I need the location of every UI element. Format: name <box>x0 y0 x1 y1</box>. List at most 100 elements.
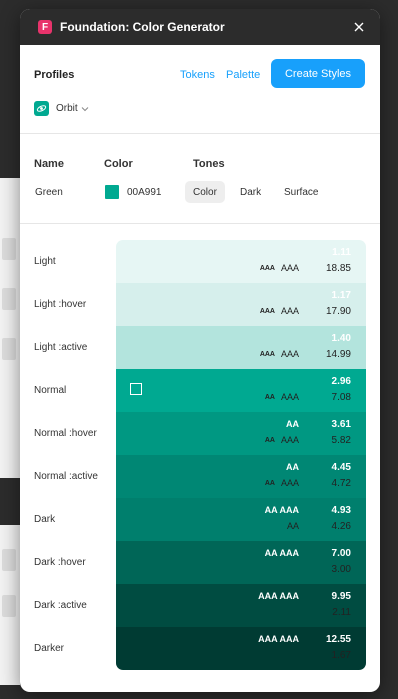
contrast-on-dark: AA AAA 5.82 <box>265 433 366 447</box>
contrast-ratio-white: 2.96 <box>331 375 351 387</box>
wcag-badge-white: AA AAA <box>264 505 299 515</box>
wcag-badge-dark: AAA <box>259 350 275 358</box>
tone-swatch[interactable]: AA 3.61 AA AAA 5.82 <box>116 412 366 455</box>
contrast-ratio-dark: 14.99 <box>325 348 351 360</box>
contrast-ratio-white: 7.00 <box>331 547 351 559</box>
tokens-link[interactable]: Tokens <box>180 69 215 81</box>
plugin-logo: F <box>38 20 52 34</box>
contrast-ratio-white: 4.93 <box>331 504 351 516</box>
wcag-badge-dark: AA <box>264 393 275 401</box>
tone-label: Darker <box>34 643 65 654</box>
contrast-ratio-dark: 17.90 <box>325 305 351 317</box>
canvas-thumbnail <box>2 549 16 571</box>
color-column-label: Color <box>104 158 133 170</box>
contrast-ratio-dark: 7.08 <box>331 391 351 403</box>
contrast-on-dark: AA AAA 7.08 <box>265 390 366 404</box>
tone-swatch[interactable]: 1.11 AAA AAA 18.85 <box>116 240 366 283</box>
hex-value[interactable]: 00A991 <box>127 187 161 198</box>
contrast-ratio-white: 4.45 <box>331 461 351 473</box>
tone-swatch[interactable]: 2.96 AA AAA 7.08 <box>116 369 366 412</box>
wcag-badge-dark: AAA <box>259 307 275 315</box>
tone-label: Dark :hover <box>34 557 86 568</box>
tones-column-label: Tones <box>193 158 225 170</box>
create-styles-button[interactable]: Create Styles <box>271 59 365 88</box>
title-bar: F Foundation: Color Generator <box>20 9 380 45</box>
tab-surface[interactable]: Surface <box>276 181 326 203</box>
wcag-badge-white: AA AAA <box>264 548 299 558</box>
contrast-ratio-dark: 18.85 <box>325 262 351 274</box>
profiles-heading: Profiles <box>34 69 75 81</box>
contrast-ratio-dark: 4.72 <box>331 477 351 489</box>
window-title: Foundation: Color Generator <box>60 20 225 34</box>
tone-swatch[interactable]: 1.40 AAA AAA 14.99 <box>116 326 366 369</box>
contrast-ratio-dark: 2.11 <box>332 606 351 618</box>
base-tone-checkbox[interactable] <box>130 383 142 395</box>
tone-label: Light :hover <box>34 299 87 310</box>
contrast-on-white: 1.40 <box>299 331 366 345</box>
color-name-value[interactable]: Green <box>35 187 63 198</box>
contrast-on-white: AA 3.61 <box>286 417 366 431</box>
canvas-thumbnail <box>2 288 16 310</box>
contrast-on-dark: AAA AAA 17.90 <box>260 304 366 318</box>
tone-swatch-column: 1.11 AAA AAA 18.85 1.17 AAA AAA 17.90 1.40 AAA AAA… <box>116 240 366 670</box>
contrast-on-dark: AA 4.26 <box>281 519 366 533</box>
tab-dark[interactable]: Dark <box>232 181 269 203</box>
tone-swatch[interactable]: AAA AAA 12.55 1.67 <box>116 627 366 670</box>
profile-dropdown[interactable]: Orbit <box>34 101 89 116</box>
tone-swatch[interactable]: AA AAA 4.93 AA 4.26 <box>116 498 366 541</box>
close-button[interactable] <box>350 18 368 36</box>
contrast-ratio-white: 1.40 <box>331 332 351 344</box>
canvas-frame-preview <box>0 178 20 478</box>
tone-swatch[interactable]: 1.17 AAA AAA 17.90 <box>116 283 366 326</box>
orbit-profile-icon <box>34 101 49 116</box>
tone-label: Light <box>34 256 56 267</box>
tone-label: Normal :active <box>34 471 98 482</box>
wcag-badge-dark: AAA <box>280 263 299 273</box>
tone-label: Normal :hover <box>34 428 97 439</box>
tone-label: Light :active <box>34 342 88 353</box>
chevron-down-icon <box>81 106 89 111</box>
contrast-ratio-dark: 1.67 <box>331 649 351 661</box>
canvas-frame-preview <box>0 525 20 685</box>
tone-label: Dark :active <box>34 600 87 611</box>
wcag-badge-dark: AA <box>286 521 299 531</box>
contrast-on-white: AA 4.45 <box>286 460 366 474</box>
wcag-badge-dark: AA <box>264 479 275 487</box>
color-swatch[interactable] <box>105 185 119 199</box>
canvas-thumbnail <box>2 238 16 260</box>
plugin-window: F Foundation: Color Generator Profiles T… <box>20 9 380 692</box>
contrast-on-white: 1.17 <box>299 288 366 302</box>
contrast-ratio-white: 1.17 <box>331 289 351 301</box>
tone-swatch[interactable]: AA AAA 7.00 3.00 <box>116 541 366 584</box>
wcag-badge-dark: AAA <box>280 306 299 316</box>
contrast-on-white: 2.96 <box>299 374 366 388</box>
tab-color[interactable]: Color <box>185 181 225 203</box>
wcag-badge-dark: AA <box>264 436 275 444</box>
wcag-badge-white: AA <box>286 462 299 472</box>
contrast-ratio-white: 1.11 <box>332 246 351 258</box>
profile-name: Orbit <box>56 103 78 114</box>
profiles-section: Profiles Tokens Palette Create Styles Or… <box>20 45 380 134</box>
wcag-badge-dark: AAA <box>280 478 299 488</box>
wcag-badge-white: AAA AAA <box>258 591 299 601</box>
close-icon <box>354 22 364 32</box>
contrast-on-white: AAA AAA 9.95 <box>258 589 366 603</box>
wcag-badge-dark: AAA <box>259 264 275 272</box>
tone-label: Normal <box>34 385 67 396</box>
contrast-on-dark: 1.67 <box>293 648 366 662</box>
contrast-on-white: AAA AAA 12.55 <box>258 632 366 646</box>
contrast-on-white: 1.11 <box>299 245 366 259</box>
contrast-on-white: AA AAA 7.00 <box>265 546 366 560</box>
contrast-on-dark: AAA AAA 18.85 <box>260 261 366 275</box>
contrast-on-dark: AAA AAA 14.99 <box>260 347 366 361</box>
contrast-on-white: AA AAA 4.93 <box>265 503 366 517</box>
wcag-badge-dark: AAA <box>280 392 299 402</box>
contrast-ratio-white: 9.95 <box>331 590 351 602</box>
palette-link[interactable]: Palette <box>226 69 260 81</box>
contrast-ratio-white: 3.61 <box>331 418 351 430</box>
canvas-thumbnail <box>2 338 16 360</box>
tone-swatch[interactable]: AAA AAA 9.95 2.11 <box>116 584 366 627</box>
wcag-badge-dark: AAA <box>280 349 299 359</box>
tone-swatch[interactable]: AA 4.45 AA AAA 4.72 <box>116 455 366 498</box>
wcag-badge-white: AAA AAA <box>258 634 299 644</box>
